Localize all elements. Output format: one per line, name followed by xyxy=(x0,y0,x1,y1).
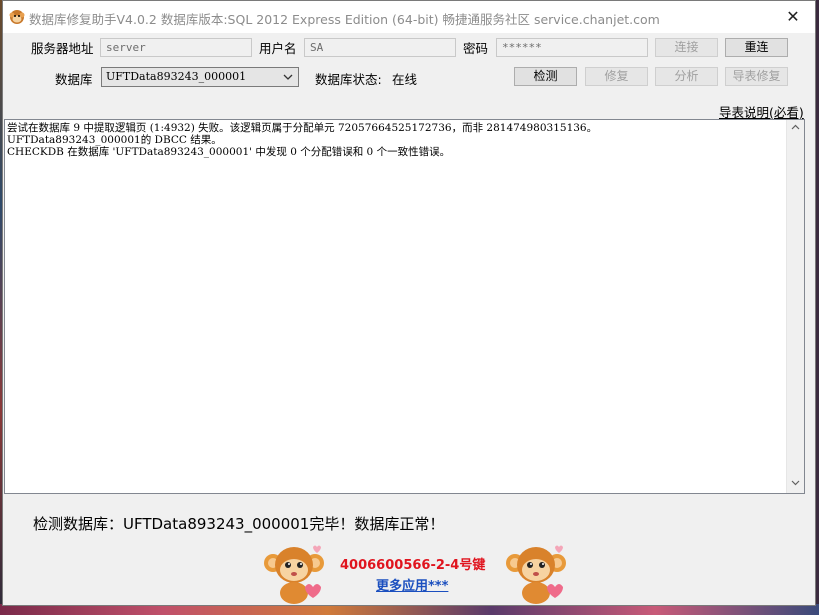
export-repair-button[interactable]: 导表修复 xyxy=(725,67,788,86)
log-lines: 尝试在数据库 9 中提取逻辑页 (1:4932) 失败。该逻辑页属于分配单元 7… xyxy=(7,122,597,158)
support-phone: 4006600566-2-4号键 xyxy=(340,558,486,573)
password-label: 密码 xyxy=(463,41,489,56)
more-apps-link[interactable]: 更多应用*** xyxy=(376,575,448,594)
database-select-value: UFTData893243_000001 xyxy=(106,70,247,83)
result-message: 检测数据库：UFTData893243_000001完毕！数据库正常！ xyxy=(33,515,445,533)
server-label: 服务器地址 xyxy=(31,41,94,56)
connect-button[interactable]: 连接 xyxy=(655,38,718,57)
log-line: CHECKDB 在数据库 'UFTData893243_000001' 中发现 … xyxy=(7,146,451,158)
scroll-down-arrow-icon[interactable] xyxy=(787,476,804,493)
close-icon[interactable]: ✕ xyxy=(775,5,811,29)
reconnect-button[interactable]: 重连 xyxy=(725,38,788,57)
title-bar[interactable]: 数据库修复助手V4.0.2 数据库版本:SQL 2012 Express Edi… xyxy=(3,1,815,33)
monkey-app-icon xyxy=(9,10,25,24)
repair-button[interactable]: 修复 xyxy=(585,67,648,86)
server-input[interactable]: server xyxy=(100,38,252,57)
database-label: 数据库 xyxy=(55,72,93,87)
scroll-up-arrow-icon[interactable] xyxy=(787,120,804,137)
db-status-label: 数据库状态: xyxy=(315,72,382,87)
username-label: 用户名 xyxy=(259,41,297,56)
window-title: 数据库修复助手V4.0.2 数据库版本:SQL 2012 Express Edi… xyxy=(29,12,660,27)
db-status-value: 在线 xyxy=(392,72,418,87)
log-line: UFTData893243_000001的 DBCC 结果。 xyxy=(7,134,222,146)
chevron-down-icon[interactable] xyxy=(281,69,295,85)
analyze-button[interactable]: 分析 xyxy=(655,67,718,86)
app-window: 数据库修复助手V4.0.2 数据库版本:SQL 2012 Express Edi… xyxy=(2,0,816,606)
check-button[interactable]: 检测 xyxy=(514,67,577,86)
database-select[interactable]: UFTData893243_000001 xyxy=(101,67,299,87)
log-output[interactable]: 尝试在数据库 9 中提取逻辑页 (1:4932) 失败。该逻辑页属于分配单元 7… xyxy=(4,119,805,494)
log-line: 尝试在数据库 9 中提取逻辑页 (1:4932) 失败。该逻辑页属于分配单元 7… xyxy=(7,122,598,134)
password-input[interactable]: ****** xyxy=(496,38,648,57)
monkey-mascot-icon xyxy=(506,545,566,604)
monkey-mascot-icon xyxy=(264,545,324,604)
username-input[interactable]: SA xyxy=(304,38,456,57)
log-scrollbar[interactable] xyxy=(786,120,804,493)
